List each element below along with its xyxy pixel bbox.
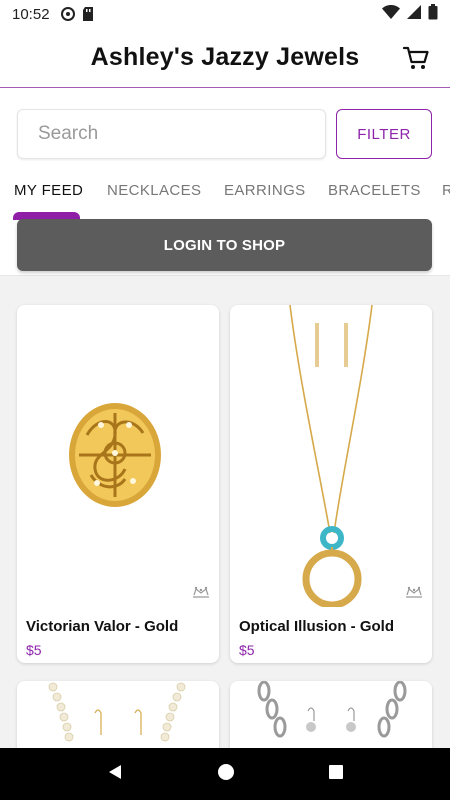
cart-button[interactable] — [402, 44, 430, 72]
sd-card-icon — [82, 6, 94, 22]
category-tabs: MY FEED NECKLACES EARRINGS BRACELETS R — [0, 180, 450, 220]
battery-icon — [428, 4, 438, 24]
back-icon[interactable] — [106, 763, 124, 786]
product-card[interactable] — [230, 681, 432, 748]
status-time: 10:52 — [12, 5, 50, 23]
system-nav-bar — [0, 748, 450, 800]
app-bar: Ashley's Jazzy Jewels — [0, 28, 450, 88]
at-sign-icon — [60, 6, 76, 22]
tab-necklaces[interactable]: NECKLACES — [107, 182, 201, 199]
product-name[interactable]: Victorian Valor - Gold — [26, 618, 178, 635]
login-bar: LOGIN TO SHOP — [0, 219, 450, 276]
search-row: Search FILTER — [0, 88, 450, 180]
search-input[interactable]: Search — [17, 109, 326, 159]
tab-earrings[interactable]: EARRINGS — [224, 182, 306, 199]
tab-my-feed[interactable]: MY FEED — [14, 182, 83, 199]
product-image-chain[interactable] — [230, 681, 432, 748]
product-image-ring[interactable] — [17, 305, 219, 607]
product-grid: Victorian Valor - Gold $5 Optical Illusi… — [0, 276, 450, 748]
tab-bracelets[interactable]: BRACELETS — [328, 182, 421, 199]
product-card[interactable]: Optical Illusion - Gold $5 — [230, 305, 432, 663]
crown-logo-icon — [191, 585, 211, 604]
product-price: $5 — [239, 642, 255, 658]
status-bar: 10:52 — [0, 0, 450, 28]
home-icon[interactable] — [217, 763, 235, 786]
product-image-pearls[interactable] — [17, 681, 219, 748]
recents-icon[interactable] — [328, 764, 344, 785]
product-price: $5 — [26, 642, 42, 658]
product-card[interactable] — [17, 681, 219, 748]
product-card[interactable]: Victorian Valor - Gold $5 — [17, 305, 219, 663]
wifi-icon — [382, 4, 400, 24]
product-image-necklace[interactable] — [230, 305, 432, 609]
login-to-shop-button[interactable]: LOGIN TO SHOP — [17, 219, 432, 271]
cart-icon — [402, 46, 429, 69]
product-name[interactable]: Optical Illusion - Gold — [239, 618, 394, 635]
crown-logo-icon — [404, 585, 424, 604]
tab-rings[interactable]: R — [442, 182, 450, 199]
filter-button[interactable]: FILTER — [336, 109, 432, 159]
signal-icon — [406, 4, 422, 24]
app-title: Ashley's Jazzy Jewels — [90, 43, 360, 71]
